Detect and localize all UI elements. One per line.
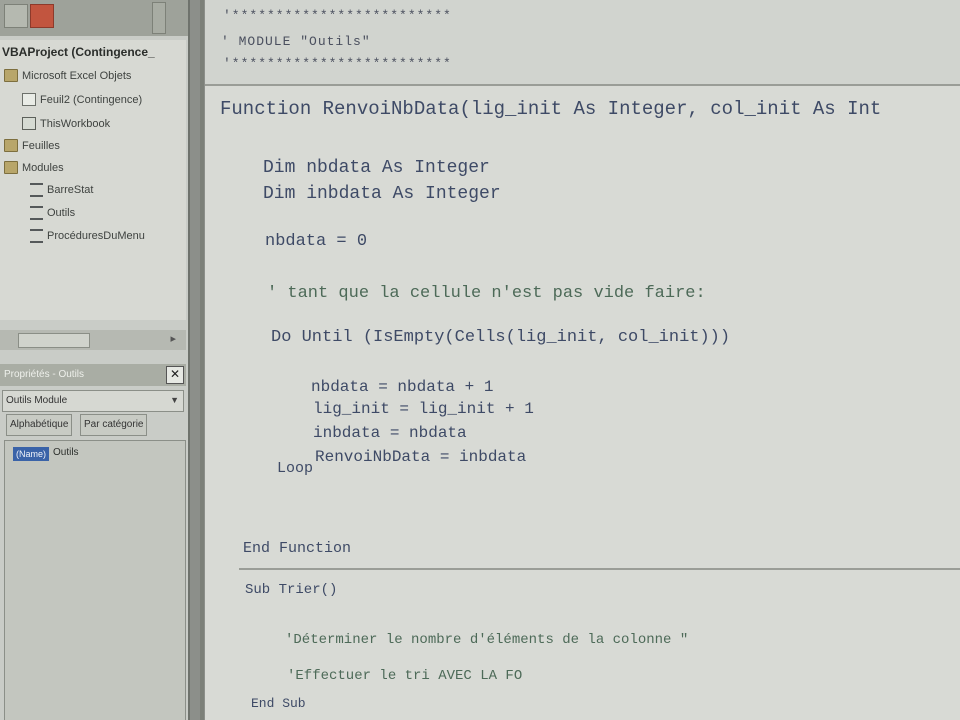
tree-node-feuil2[interactable]: Feuil2 (Contingence) (22, 93, 142, 106)
code-line-increment-lig[interactable]: lig_init = lig_init + 1 (313, 400, 534, 418)
toolbar-scrollbar[interactable] (152, 2, 166, 34)
code-line-do-until[interactable]: Do Until (IsEmpty(Cells(lig_init, col_in… (271, 328, 730, 347)
tree-node-label: Microsoft Excel Objets (22, 69, 132, 82)
code-line-dim-inbdata[interactable]: Dim inbdata As Integer (263, 184, 501, 204)
tree-node-label: Feuilles (22, 139, 60, 152)
property-name-cell[interactable]: (Name) (13, 447, 49, 461)
tree-root-label: VBAProject (Contingence_ (2, 45, 155, 59)
module-icon (30, 206, 43, 220)
view-code-button[interactable] (4, 4, 28, 28)
tree-node-label: Modules (22, 161, 64, 174)
tree-node-label: ThisWorkbook (40, 117, 111, 130)
splitter[interactable] (200, 0, 204, 720)
code-line-return-value[interactable]: RenvoiNbData = inbdata (315, 448, 526, 466)
properties-title: Propriétés - Outils (4, 369, 85, 380)
code-line-nbdata-init[interactable]: nbdata = 0 (265, 232, 367, 251)
tab-par-categorie[interactable]: Par catégorie (80, 414, 148, 436)
folder-icon (4, 139, 18, 152)
close-icon[interactable]: ✕ (166, 366, 184, 384)
tree-node-excel-objects[interactable]: Microsoft Excel Objets (4, 69, 131, 82)
code-line-end-function[interactable]: End Function (243, 540, 351, 557)
scrollbar-thumb[interactable] (18, 333, 90, 348)
tree-node-outils[interactable]: Outils (30, 206, 75, 220)
project-explorer: VBAProject (Contingence_ Microsoft Excel… (0, 40, 186, 320)
worksheet-icon (22, 93, 36, 106)
code-line-increment-nbdata[interactable]: nbdata = nbdata + 1 (311, 378, 493, 396)
code-line-end-sub[interactable]: End Sub (251, 696, 306, 711)
property-value-cell[interactable]: Outils (53, 447, 79, 458)
code-line-dim-nbdata[interactable]: Dim nbdata As Integer (263, 158, 490, 178)
properties-grid: (Name) Outils (4, 440, 186, 720)
object-selector-value: Outils Module (6, 395, 68, 406)
folder-icon (4, 161, 18, 174)
header-module-title: ' MODULE "Outils" (221, 34, 371, 49)
tab-alphabetique[interactable]: Alphabétique (6, 414, 73, 436)
project-toolbar (0, 0, 188, 36)
code-line-sub-trier[interactable]: Sub Trier() (245, 582, 337, 598)
tree-node-modules[interactable]: Modules (4, 161, 64, 174)
tree-root-vbaproject[interactable]: VBAProject (Contingence_ (2, 45, 155, 59)
tree-node-label: BarreStat (47, 184, 94, 196)
view-object-button[interactable] (30, 4, 54, 28)
procedure-separator (239, 568, 960, 570)
workbook-icon (22, 117, 36, 130)
module-icon (30, 229, 43, 243)
tree-node-label: ProcéduresDuMenu (47, 230, 145, 242)
properties-window-titlebar: Propriétés - Outils ✕ (0, 364, 186, 386)
header-stars-bottom: '************************* (223, 56, 452, 71)
module-icon (30, 183, 43, 197)
tree-node-label: Outils (47, 207, 76, 219)
module-header-block: '************************* ' MODULE "Out… (205, 0, 960, 86)
tree-node-proceduresdumenu[interactable]: ProcéduresDuMenu (30, 229, 145, 243)
object-selector-dropdown[interactable]: Outils Module ▼ (2, 390, 184, 412)
header-stars-top: '************************* (223, 8, 452, 23)
tree-node-feuilles[interactable]: Feuilles (4, 139, 60, 152)
code-line-function-decl[interactable]: Function RenvoiNbData(lig_init As Intege… (220, 98, 881, 120)
folder-icon (4, 69, 18, 82)
code-line-assign-inbdata[interactable]: inbdata = nbdata (313, 424, 467, 442)
left-panel: VBAProject (Contingence_ Microsoft Excel… (0, 0, 190, 720)
chevron-down-icon[interactable]: ▼ (170, 395, 179, 405)
procedure-separator (205, 84, 960, 86)
code-line-comment-determiner[interactable]: 'Déterminer le nombre d'éléments de la c… (285, 632, 688, 648)
code-line-loop[interactable]: Loop (277, 460, 313, 477)
scroll-right-arrow-icon[interactable]: ▸ (170, 332, 176, 345)
project-horizontal-scrollbar[interactable]: ▸ (0, 330, 186, 350)
tree-node-thisworkbook[interactable]: ThisWorkbook (22, 117, 110, 130)
code-window[interactable]: '************************* ' MODULE "Out… (205, 0, 960, 720)
tree-node-label: Feuil2 (Contingence) (40, 93, 143, 106)
tree-node-barrestat[interactable]: BarreStat (30, 183, 93, 197)
code-line-comment-tri[interactable]: 'Effectuer le tri AVEC LA FO (287, 668, 522, 684)
code-line-comment-loop[interactable]: ' tant que la cellule n'est pas vide fai… (267, 284, 706, 303)
